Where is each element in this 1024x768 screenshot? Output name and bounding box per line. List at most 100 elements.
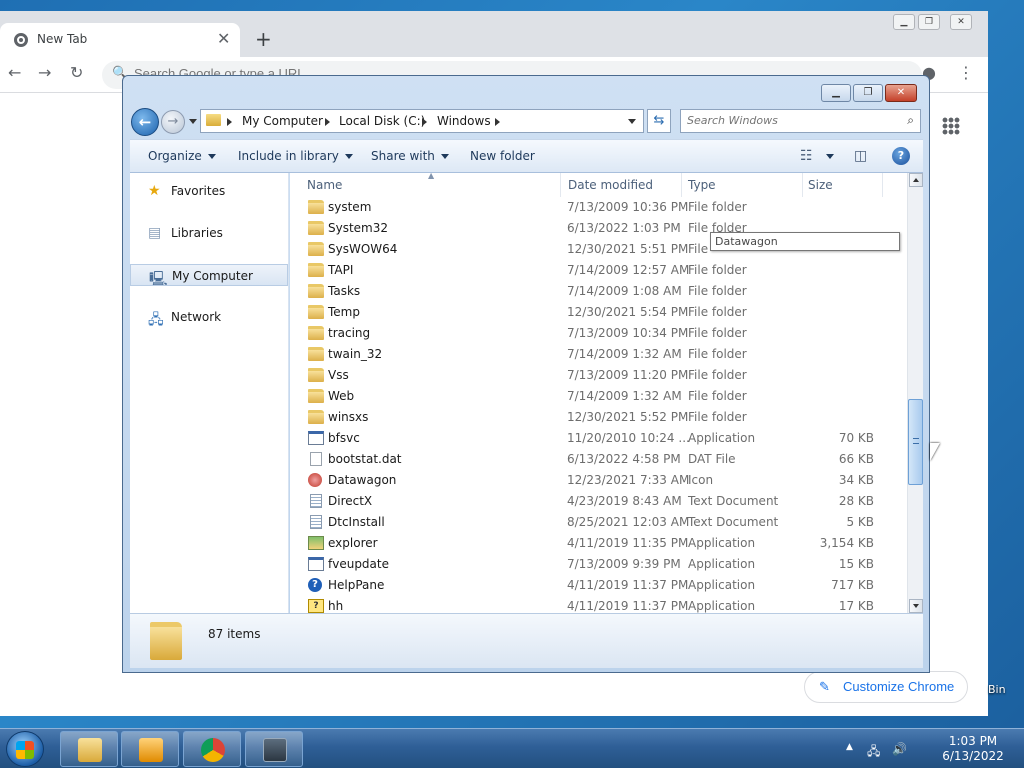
taskbar-terminal-button[interactable] — [245, 731, 303, 767]
breadcrumb-arrow-icon[interactable] — [422, 118, 427, 126]
file-row[interactable]: fveupdate 7/13/2009 9:39 PM Application 15 … — [290, 554, 906, 575]
clock-time: 1:03 PM — [948, 734, 998, 748]
file-date-modified: 7/13/2009 10:36 PM — [567, 200, 689, 214]
chrome-maximize-button[interactable]: ❐ — [918, 14, 940, 30]
breadcrumb-local-disk[interactable]: Local Disk (C:) — [339, 114, 425, 128]
file-row[interactable]: system 7/13/2009 10:36 PM File folder — [290, 197, 906, 218]
file-date-modified: 7/14/2009 1:32 AM — [567, 347, 682, 361]
clock[interactable]: 1:03 PM 6/13/2022 — [930, 734, 1016, 764]
column-header-date-modified[interactable]: Date modified — [568, 173, 653, 197]
file-row[interactable]: Web 7/14/2009 1:32 AM File folder — [290, 386, 906, 407]
breadcrumb-arrow-icon[interactable] — [325, 118, 330, 126]
recycle-bin-label[interactable]: Bin — [988, 683, 1006, 696]
item-count: 87 items — [208, 627, 261, 641]
taskbar-media-player-button[interactable] — [121, 731, 179, 767]
explorer-minimize-button[interactable]: ▁ — [821, 84, 851, 102]
file-list-scrollbar[interactable] — [907, 173, 923, 613]
column-divider[interactable] — [882, 173, 883, 197]
refresh-button[interactable]: ⇆ — [647, 109, 671, 133]
nav-item-my-computer[interactable]: 🖳 My Computer — [130, 264, 288, 287]
address-bar[interactable]: My Computer Local Disk (C:) Windows — [200, 109, 644, 133]
file-row[interactable]: DtcInstall 8/25/2021 12:03 AM Text Documen… — [290, 512, 906, 533]
file-name: Temp — [328, 305, 360, 319]
tab-close-icon[interactable]: ✕ — [217, 29, 230, 48]
app-icon — [308, 431, 324, 445]
taskbar-explorer-button[interactable] — [60, 731, 118, 767]
breadcrumb-arrow-icon[interactable] — [495, 118, 500, 126]
file-date-modified: 4/11/2019 11:35 PM — [567, 536, 689, 550]
explorer-maximize-button[interactable]: ❐ — [853, 84, 883, 102]
google-apps-grid-icon[interactable] — [942, 117, 960, 135]
organize-menu[interactable]: Organize — [148, 149, 216, 163]
explorer-search-input[interactable] — [687, 114, 887, 127]
folder-icon — [308, 326, 324, 340]
file-row[interactable]: Datawagon 12/23/2021 7:33 AM Icon 34 KB — [290, 470, 906, 491]
explorer-search-box[interactable]: ⌕ — [680, 109, 921, 133]
chrome-tab-new-tab[interactable]: New Tab ✕ — [0, 23, 240, 57]
include-in-library-menu[interactable]: Include in library — [238, 149, 353, 163]
address-history-dropdown[interactable] — [628, 119, 636, 124]
reload-icon[interactable]: ↻ — [70, 63, 83, 82]
folder-large-icon — [150, 622, 182, 660]
chrome-close-button[interactable]: ✕ — [950, 14, 972, 30]
file-row[interactable]: tracing 7/13/2009 10:34 PM File folder — [290, 323, 906, 344]
file-row[interactable]: TAPI 7/14/2009 12:57 AM File folder — [290, 260, 906, 281]
column-header-type[interactable]: Type — [688, 173, 716, 197]
breadcrumb-my-computer[interactable]: My Computer — [242, 114, 323, 128]
file-row[interactable]: ? HelpPane 4/11/2019 11:37 PM Application 71… — [290, 575, 906, 596]
folder-icon — [308, 410, 324, 424]
nav-item-favorites[interactable]: ★ Favorites — [130, 180, 288, 202]
new-folder-button[interactable]: New folder — [470, 149, 535, 163]
scroll-down-arrow-icon[interactable] — [909, 599, 923, 613]
file-row[interactable]: bootstat.dat 6/13/2022 4:58 PM DAT File 66 … — [290, 449, 906, 470]
column-header-name[interactable]: Name — [307, 173, 342, 197]
search-icon[interactable]: ⌕ — [907, 113, 914, 128]
file-row[interactable]: DirectX 4/23/2019 8:43 AM Text Document 28 … — [290, 491, 906, 512]
file-row[interactable]: Tasks 7/14/2009 1:08 AM File folder — [290, 281, 906, 302]
share-with-menu[interactable]: Share with — [371, 149, 449, 163]
new-tab-plus-icon[interactable]: + — [255, 27, 272, 51]
file-row[interactable]: bfsvc 11/20/2010 10:24 ... Application 70 K… — [290, 428, 906, 449]
volume-icon[interactable]: 🔊 — [892, 742, 907, 756]
show-hidden-icons-arrow-icon[interactable]: ▲ — [846, 742, 853, 752]
scroll-up-arrow-icon[interactable] — [909, 173, 923, 187]
nav-item-libraries[interactable]: ▤ Libraries — [130, 222, 288, 244]
recent-pages-dropdown[interactable] — [189, 119, 197, 124]
explorer-close-button[interactable]: ✕ — [885, 84, 917, 102]
preview-pane-icon[interactable]: ◫ — [854, 148, 867, 164]
file-row[interactable]: ? hh 4/11/2019 11:37 PM Application 17 KB — [290, 596, 906, 613]
file-row[interactable]: explorer 4/11/2019 11:35 PM Application 3,1… — [290, 533, 906, 554]
file-name: HelpPane — [328, 578, 385, 592]
file-row[interactable]: twain_32 7/14/2009 1:32 AM File folder — [290, 344, 906, 365]
network-tray-icon[interactable]: 🖧 — [867, 742, 880, 763]
scroll-thumb[interactable] — [908, 399, 923, 485]
folder-icon — [308, 242, 324, 256]
file-row[interactable]: Vss 7/13/2009 11:20 PM File folder — [290, 365, 906, 386]
file-name: fveupdate — [328, 557, 389, 571]
column-divider[interactable] — [681, 173, 682, 197]
forward-button[interactable]: → — [161, 110, 185, 134]
view-options-dropdown[interactable] — [820, 149, 834, 163]
back-arrow-icon[interactable]: ← — [8, 63, 21, 82]
column-header-size[interactable]: Size — [808, 173, 833, 197]
change-view-icon[interactable]: ☷ — [800, 148, 813, 164]
file-row[interactable]: Temp 12/30/2021 5:54 PM File folder — [290, 302, 906, 323]
file-row[interactable]: winsxs 12/30/2021 5:52 PM File folder — [290, 407, 906, 428]
column-divider[interactable] — [560, 173, 561, 197]
command-bar: Organize Include in library Share with N… — [130, 139, 923, 173]
chrome-minimize-button[interactable]: ▁ — [893, 14, 915, 30]
media-player-icon — [139, 738, 163, 762]
file-name: DtcInstall — [328, 515, 385, 529]
chrome-menu-icon[interactable]: ⋮ — [958, 63, 974, 82]
column-divider[interactable] — [802, 173, 803, 197]
nav-item-network[interactable]: 🖧 Network — [130, 306, 288, 328]
breadcrumb-windows[interactable]: Windows — [437, 114, 491, 128]
help-icon[interactable]: ? — [892, 147, 910, 165]
file-type: Application — [688, 578, 756, 592]
taskbar-chrome-button[interactable] — [183, 731, 241, 767]
breadcrumb-arrow-icon[interactable] — [227, 118, 232, 126]
customize-chrome-button[interactable]: ✎ Customize Chrome — [804, 671, 968, 703]
back-button[interactable]: ← — [131, 108, 159, 136]
forward-arrow-icon[interactable]: → — [38, 63, 51, 82]
start-button[interactable] — [6, 731, 44, 767]
